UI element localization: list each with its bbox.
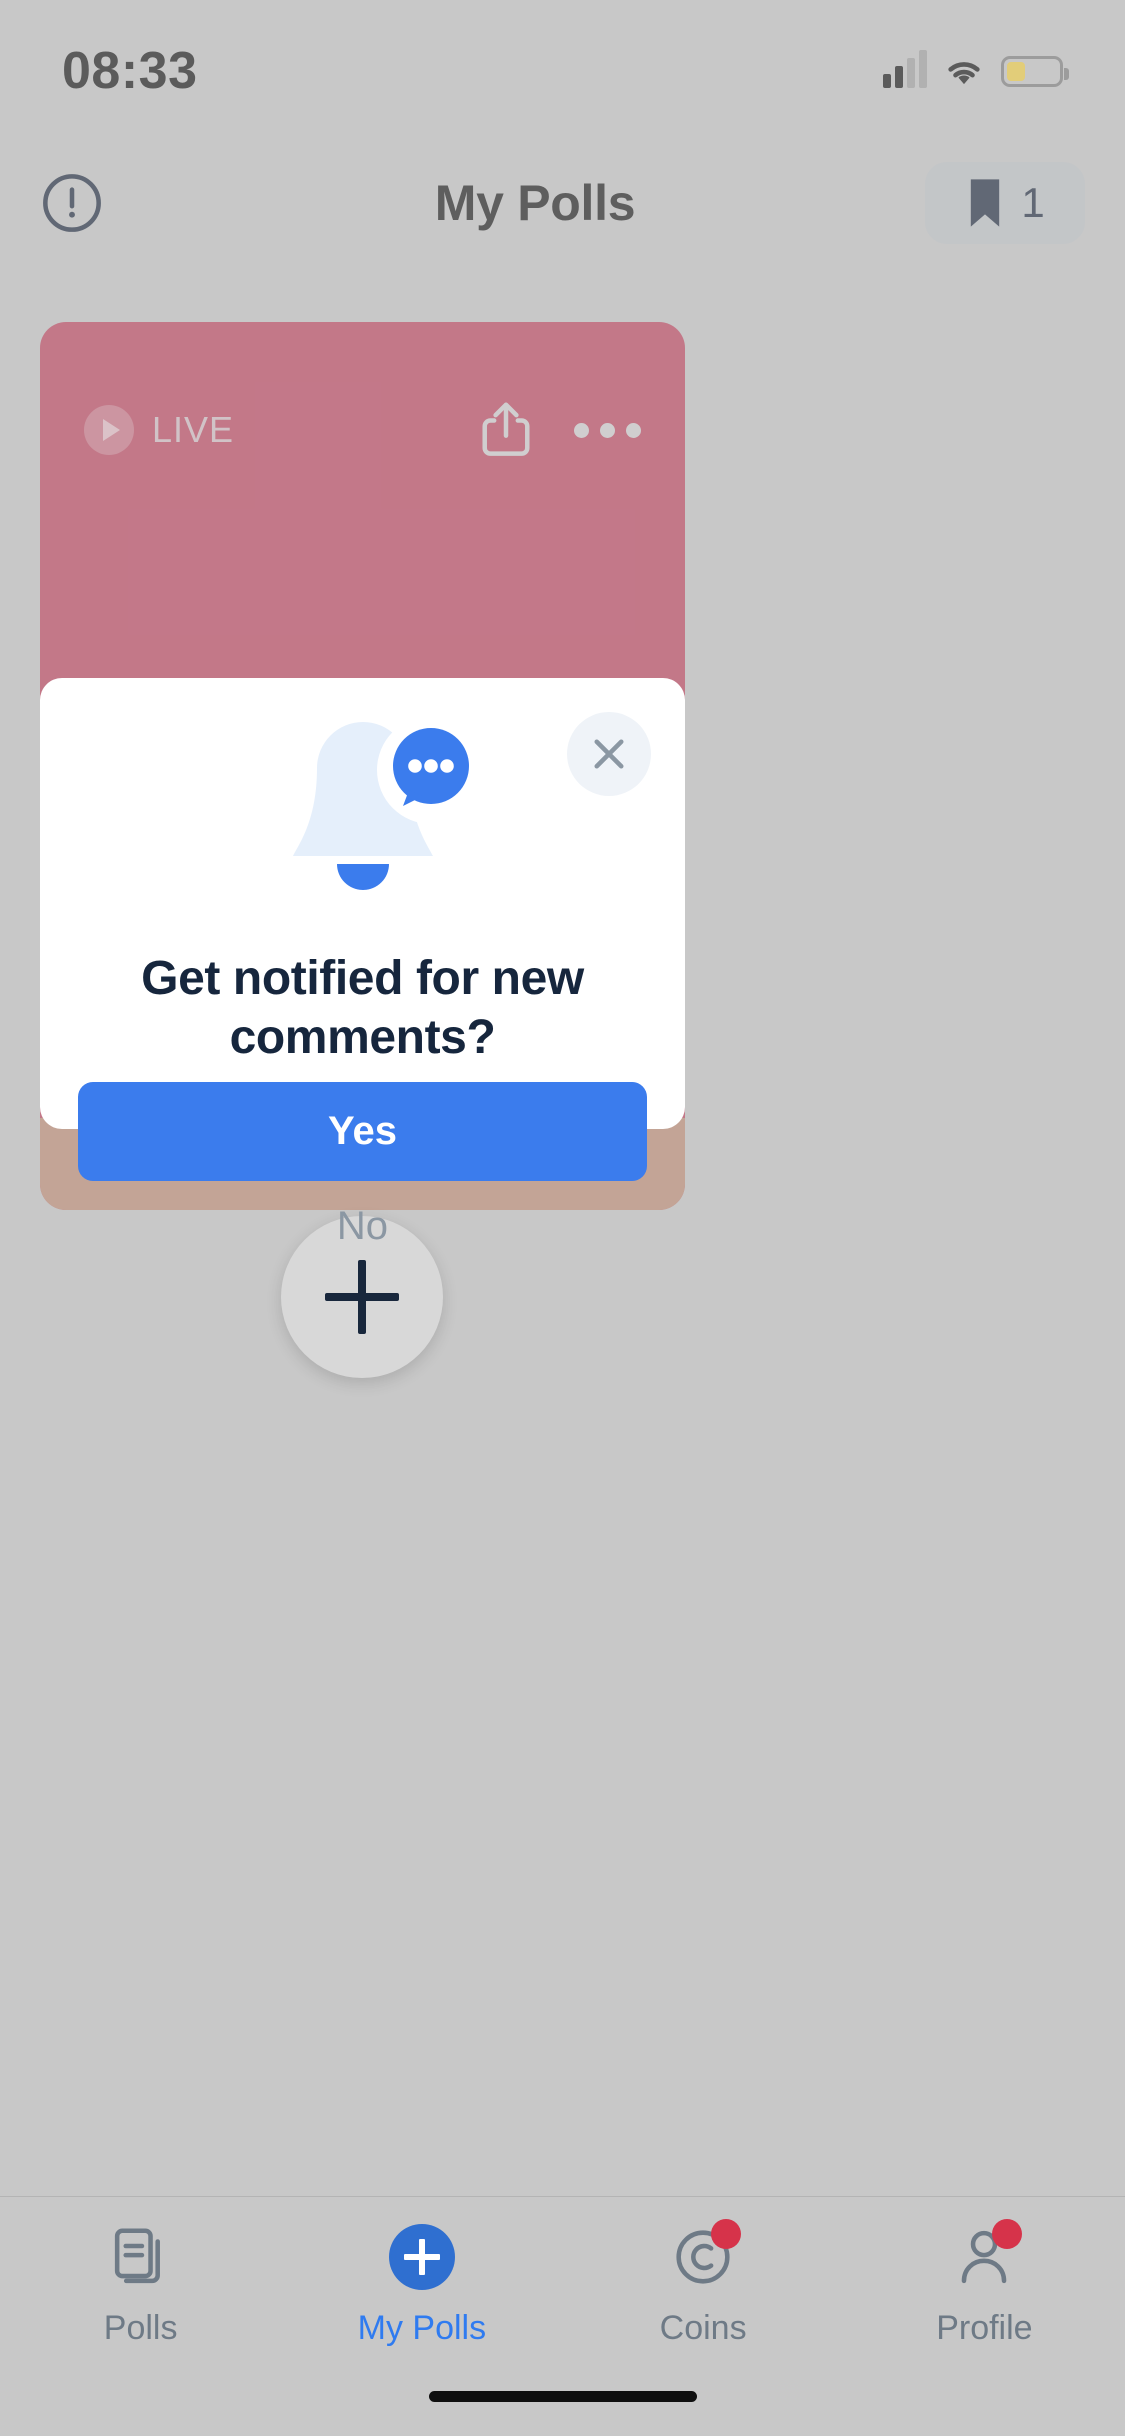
tab-label-my-polls: My Polls [358,2309,486,2348]
profile-badge [992,2219,1022,2249]
home-indicator [429,2391,697,2402]
tab-coins[interactable]: Coins [563,2221,844,2348]
tab-my-polls[interactable]: My Polls [281,2221,562,2348]
coins-badge [711,2219,741,2249]
notification-permission-dialog: Get notified for new comments? Yes No [40,678,685,1129]
tab-polls[interactable]: Polls [0,2221,281,2348]
app-screen: 08:33 My Polls [0,0,1125,2436]
dialog-title: Get notified for new comments? [100,950,625,1067]
plus-circle-icon [389,2224,455,2290]
plus-icon [325,1260,399,1334]
tab-label-coins: Coins [660,2309,747,2348]
dialog-illustration [40,708,685,938]
polls-icon [110,2226,172,2288]
bell-icon [213,708,513,938]
no-button[interactable]: No [78,1191,647,1261]
tab-profile[interactable]: Profile [844,2221,1125,2348]
tab-label-polls: Polls [104,2309,178,2348]
tab-label-profile: Profile [936,2309,1032,2348]
tab-bar: Polls My Polls Coins [0,2196,1125,2436]
yes-button[interactable]: Yes [78,1082,647,1181]
